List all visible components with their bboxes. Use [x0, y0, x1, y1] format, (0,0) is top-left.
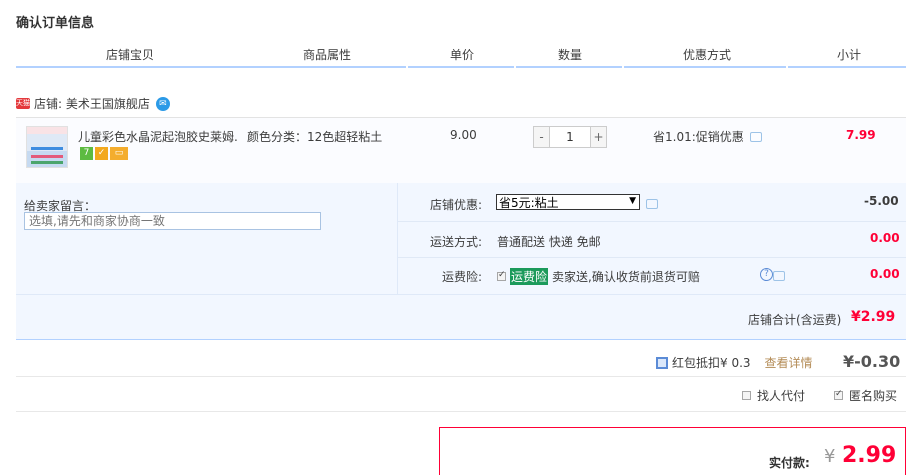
proxy-pay-label: 找人代付: [757, 389, 806, 403]
shop-total-value: ¥2.99: [851, 309, 896, 325]
discount-text: 省1.01:促销优惠: [653, 130, 744, 144]
shipping-fee: 0.00: [870, 231, 900, 245]
quantity-stepper: - +: [533, 126, 607, 148]
panel-divider: [398, 257, 906, 258]
coupon-amount: -5.00: [864, 194, 899, 208]
col-header-subtotal: 小计: [837, 48, 862, 62]
coupon-label: 店铺优惠:: [429, 198, 482, 212]
payment-summary-box: [439, 427, 906, 475]
panel-divider: [16, 294, 906, 295]
red-packet-label: 红包抵扣¥ 0.3: [672, 356, 751, 370]
shop-row: 天猫 店铺: 美术王国旗舰店 ✉: [16, 95, 170, 112]
currency-symbol: ¥: [824, 446, 836, 467]
header-rule: [516, 66, 622, 68]
help-icon[interactable]: ?: [760, 268, 773, 281]
coupon-selected-value: 省5元:粘土: [499, 195, 559, 210]
seller-memo-input[interactable]: [24, 212, 321, 230]
shop-name[interactable]: 店铺: 美术王国旗舰店: [34, 95, 150, 112]
col-header-qty: 数量: [558, 48, 583, 62]
proxy-pay-option[interactable]: 找人代付: [742, 387, 805, 404]
guarantee-icon[interactable]: ✓: [95, 147, 108, 160]
seven-day-return-icon[interactable]: 7: [80, 147, 93, 160]
shipping-label: 运送方式:: [429, 235, 482, 249]
card-payment-icon[interactable]: ▭: [110, 147, 128, 160]
anonymous-option[interactable]: 匿名购买: [834, 387, 897, 404]
tmall-icon: 天猫: [16, 98, 30, 109]
page-title: 确认订单信息: [16, 16, 95, 31]
message-icon[interactable]: [646, 199, 658, 209]
item-subtotal: 7.99: [846, 128, 876, 142]
insurance-fee: 0.00: [870, 267, 900, 281]
red-packet-row: 红包抵扣¥ 0.3 查看详情: [656, 354, 813, 371]
header-rule: [408, 66, 514, 68]
item-discount: 省1.01:促销优惠: [653, 128, 762, 145]
header-rule: [624, 66, 786, 68]
shipping-method: 普通配送 快递 免邮: [497, 235, 601, 249]
insurance-checkbox[interactable]: [497, 270, 506, 281]
col-header-item: 店铺宝贝: [106, 48, 155, 62]
pay-label: 实付款:: [769, 456, 810, 470]
service-icons: 7 ✓ ▭: [80, 147, 128, 160]
col-header-attr: 商品属性: [303, 48, 352, 62]
message-icon[interactable]: [749, 131, 762, 142]
red-packet-amount: ¥-0.30: [843, 352, 901, 371]
item-row: [16, 117, 906, 183]
anonymous-label: 匿名购买: [849, 389, 898, 403]
divider: [16, 376, 906, 377]
shop-total-label: 店铺合计(含运费): [748, 313, 842, 327]
red-packet-checkbox[interactable]: [656, 356, 668, 369]
col-header-discount: 优惠方式: [683, 48, 732, 62]
header-rule: [16, 66, 406, 68]
item-name-link[interactable]: 儿童彩色水晶泥起泡胶史莱姆...: [78, 128, 238, 145]
header-rule: [788, 66, 906, 68]
quantity-plus-button[interactable]: +: [590, 126, 607, 148]
item-thumbnail[interactable]: [26, 126, 68, 168]
shop-coupon-select[interactable]: 省5元:粘土 ▼: [496, 194, 640, 210]
panel-divider: [398, 221, 906, 222]
wangwang-chat-icon[interactable]: ✉: [155, 96, 170, 111]
quantity-input[interactable]: [550, 126, 590, 148]
insurance-tag: 运费险: [510, 268, 549, 285]
pay-amount: 2.99: [842, 443, 897, 468]
insurance-label: 运费险:: [441, 270, 482, 284]
item-unit-price: 9.00: [450, 128, 477, 142]
anonymous-checkbox[interactable]: [834, 389, 843, 400]
divider: [16, 411, 906, 412]
item-attribute: 颜色分类：12色超轻粘土: [247, 130, 383, 144]
proxy-pay-checkbox[interactable]: [742, 391, 751, 400]
quantity-minus-button[interactable]: -: [533, 126, 550, 148]
message-icon[interactable]: [772, 271, 785, 281]
col-header-price: 单价: [450, 48, 475, 62]
view-details-link[interactable]: 查看详情: [765, 354, 813, 371]
insurance-text: 卖家送,确认收货前退货可赔: [552, 270, 700, 284]
dropdown-arrow-icon: ▼: [629, 196, 636, 206]
insurance-option: 运费险 卖家送,确认收货前退货可赔: [497, 268, 700, 285]
